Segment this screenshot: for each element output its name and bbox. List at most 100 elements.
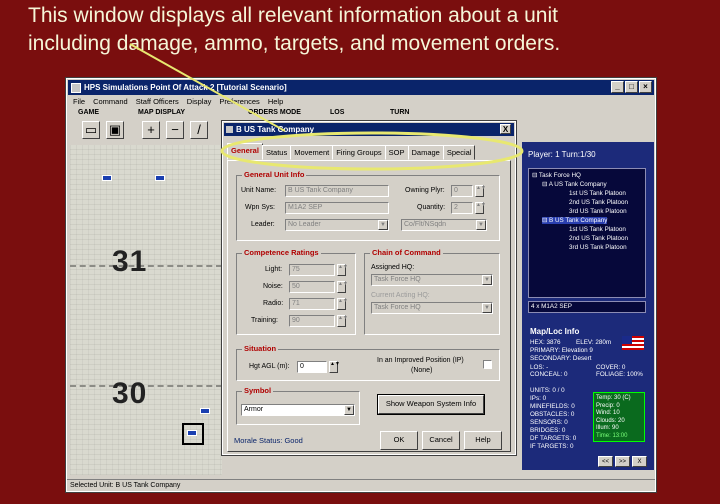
sensors-readout: SENSORS: 0 xyxy=(530,419,568,426)
ip-value: (None) xyxy=(411,367,433,374)
prev-unit-button[interactable]: << xyxy=(598,456,613,467)
quantity-field[interactable]: 2 xyxy=(451,202,473,214)
tab-movement[interactable]: Movement xyxy=(290,145,334,160)
elev-readout: ELEV: 280m xyxy=(576,339,612,346)
draw-icon[interactable]: / xyxy=(190,121,208,139)
current-hq-label: Current Acting HQ: xyxy=(371,292,430,299)
noise-spinner[interactable]: ▲▼ xyxy=(337,281,348,293)
bridges-readout: BRIDGES: 0 xyxy=(530,427,566,434)
training-field[interactable]: 90 xyxy=(289,315,335,327)
maximize-button[interactable]: □ xyxy=(625,81,638,93)
radio-field[interactable]: 71 xyxy=(289,298,335,310)
cover-readout: COVER: 0 xyxy=(596,364,626,371)
tree-item[interactable]: 2nd US Tank Platoon xyxy=(569,199,628,206)
wpn-sys-field[interactable]: M1A2 SEP xyxy=(285,202,389,214)
unit-info-dialog: B US Tank Company X General Status Movem… xyxy=(221,120,517,456)
menu-command[interactable]: Command xyxy=(93,97,128,106)
close-button[interactable]: × xyxy=(639,81,652,93)
tab-status[interactable]: Status xyxy=(261,145,292,160)
assigned-hq-select[interactable]: Task Force HQ ▼ xyxy=(371,274,493,286)
current-hq-select[interactable]: Task Force HQ ▼ xyxy=(371,302,493,314)
menu-preferences[interactable]: Preferences xyxy=(219,97,259,106)
show-weapon-system-button[interactable]: Show Weapon System Info xyxy=(377,394,485,415)
menu-display[interactable]: Display xyxy=(187,97,212,106)
quantity-label: Quantity: xyxy=(417,204,446,211)
zoom-in-icon[interactable]: + xyxy=(142,121,160,139)
selected-unit-counter[interactable] xyxy=(187,430,197,436)
tab-sop[interactable]: SOP xyxy=(384,145,409,160)
wpn-sys-label: Wpn Sys: xyxy=(245,204,275,211)
tree-item[interactable]: 1st US Tank Platoon xyxy=(569,190,626,197)
tree-item[interactable]: 3rd US Tank Platoon xyxy=(569,208,627,215)
ip-checkbox[interactable] xyxy=(483,360,492,369)
light-field[interactable]: 75 xyxy=(289,264,335,276)
minimize-button[interactable]: _ xyxy=(611,81,624,93)
menu-bar: File Command Staff Officers Display Pref… xyxy=(68,95,654,107)
ok-button[interactable]: OK xyxy=(380,431,418,450)
primary-readout: PRIMARY: Elevation 9 xyxy=(530,347,593,354)
hex-readout: HEX: 3876 xyxy=(530,339,561,346)
toolbar-group-orders-mode: ORDERS MODE xyxy=(248,109,301,116)
hgt-agl-spinner[interactable]: ▲▼ xyxy=(329,361,340,373)
general-info-heading: General Unit Info xyxy=(242,170,307,179)
leader-select[interactable]: No Leader ▼ xyxy=(285,219,389,231)
tab-special[interactable]: Special xyxy=(442,145,476,160)
owning-plyr-field[interactable]: 0 xyxy=(451,185,473,197)
nav-buttons: << >> X xyxy=(598,456,647,467)
game-save-icon[interactable]: ▣ xyxy=(106,121,124,139)
game-window-icon[interactable]: ▭ xyxy=(82,121,100,139)
unit-counter[interactable] xyxy=(200,408,210,414)
quantity-spinner[interactable]: ▲▼ xyxy=(475,202,486,214)
tree-item[interactable]: 1st US Tank Platoon xyxy=(569,226,626,233)
toolbar-group-los: LOS xyxy=(330,109,345,116)
owning-plyr-spinner[interactable]: ▲▼ xyxy=(475,185,486,197)
light-spinner[interactable]: ▲▼ xyxy=(337,264,348,276)
tab-firing-groups[interactable]: Firing Groups xyxy=(332,145,386,160)
tree-item[interactable]: 2nd US Tank Platoon xyxy=(569,235,628,242)
app-title-bar: HPS Simulations Point Of Attack 2 [Tutor… xyxy=(68,80,654,95)
dialog-tabs: General Status Movement Firing Groups SO… xyxy=(227,143,476,160)
chain-heading: Chain of Command xyxy=(370,248,443,257)
illum-readout: Illum: 90 xyxy=(596,425,619,431)
unit-counter[interactable] xyxy=(102,175,112,181)
training-spinner[interactable]: ▲▼ xyxy=(337,315,348,327)
tree-item-selected[interactable]: ⊟ B US Tank Company xyxy=(542,217,608,224)
symbol-select[interactable]: Armor ▼ xyxy=(241,404,355,416)
caption: This window displays all relevant inform… xyxy=(28,2,718,58)
tree-item[interactable]: ⊟ Task Force HQ xyxy=(532,172,581,179)
tactical-map[interactable]: 31 30 xyxy=(70,145,222,475)
toolbar-group-map-display: MAP DISPLAY xyxy=(138,109,186,116)
next-unit-button[interactable]: >> xyxy=(615,456,630,467)
los-readout: LOS: - xyxy=(530,364,549,371)
echelon-select[interactable]: Co/Flt/NSqdn ▼ xyxy=(401,219,487,231)
equipment-readout: 4 x M1A2 SEP xyxy=(528,301,646,313)
menu-staff-officers[interactable]: Staff Officers xyxy=(136,97,179,106)
chevron-down-icon: ▼ xyxy=(378,220,388,230)
help-button[interactable]: Help xyxy=(464,431,502,450)
minefields-readout: MINEFIELDS: 0 xyxy=(530,403,575,410)
tree-item[interactable]: ⊟ A US Tank Company xyxy=(542,181,607,188)
unit-counter[interactable] xyxy=(155,175,165,181)
noise-field[interactable]: 50 xyxy=(289,281,335,293)
close-panel-button[interactable]: X xyxy=(632,456,647,467)
menu-help[interactable]: Help xyxy=(268,97,283,106)
app-title: HPS Simulations Point Of Attack 2 [Tutor… xyxy=(84,83,287,92)
ip-label: In an Improved Position (IP) xyxy=(377,357,464,364)
tab-damage[interactable]: Damage xyxy=(407,145,444,160)
radio-spinner[interactable]: ▲▼ xyxy=(337,298,348,310)
zoom-out-icon[interactable]: − xyxy=(166,121,184,139)
cancel-button[interactable]: Cancel xyxy=(422,431,460,450)
units-readout: UNITS: 0 / 0 xyxy=(530,387,565,394)
symbol-heading: Symbol xyxy=(242,386,274,395)
leader-label: Leader: xyxy=(251,221,275,228)
unit-tree[interactable]: ⊟ Task Force HQ ⊟ A US Tank Company 1st … xyxy=(528,168,646,298)
tree-item[interactable]: 3rd US Tank Platoon xyxy=(569,244,627,251)
unit-name-field[interactable]: B US Tank Company xyxy=(285,185,389,197)
dialog-close-button[interactable]: X xyxy=(500,124,511,134)
tab-general[interactable]: General xyxy=(227,143,263,160)
chevron-down-icon: ▼ xyxy=(344,405,354,415)
general-tab-panel: General Unit Info Unit Name: B US Tank C… xyxy=(227,160,511,452)
menu-file[interactable]: File xyxy=(73,97,85,106)
hgt-agl-field[interactable]: 0 xyxy=(297,361,327,373)
ips-readout: IPs: 0 xyxy=(530,395,547,402)
